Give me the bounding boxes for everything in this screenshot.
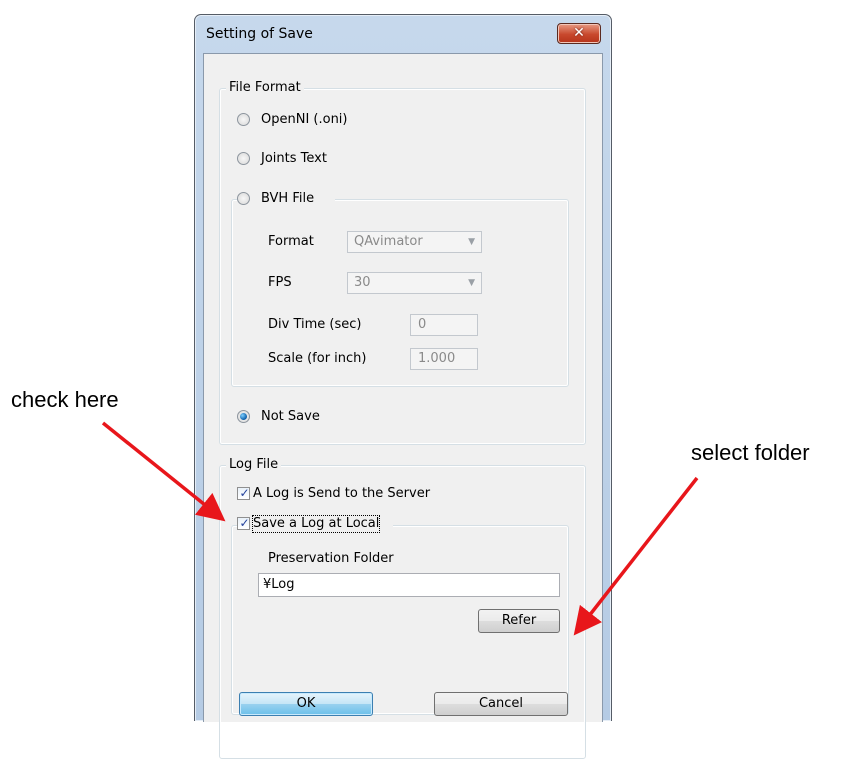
check-here-arrow bbox=[101, 421, 226, 522]
annotation-arrows bbox=[101, 421, 699, 636]
select-folder-arrow bbox=[573, 476, 699, 636]
